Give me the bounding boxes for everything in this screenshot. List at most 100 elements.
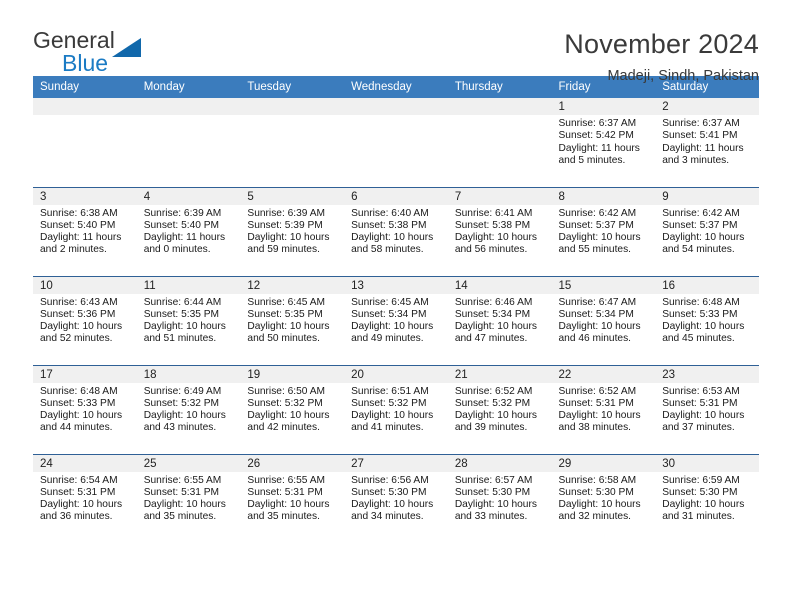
- day-number: 17: [33, 365, 137, 383]
- calendar-day-cell[interactable]: 15 Sunrise: 6:47 AM Sunset: 5:34 PM Dayligh…: [551, 275, 656, 365]
- sunrise-text: Sunrise: 6:55 AM: [143, 474, 222, 486]
- day-number: 6: [344, 187, 448, 205]
- daylight-text: Daylight: 10 hours and 52 minutes.: [40, 321, 123, 345]
- sunrise-text: Sunrise: 6:42 AM: [558, 207, 637, 219]
- weekday-header-tuesday: Tuesday: [240, 76, 345, 98]
- calendar-day-cell[interactable]: 12 Sunrise: 6:45 AM Sunset: 5:35 PM Dayligh…: [240, 275, 345, 365]
- sunrise-text: Sunrise: 6:48 AM: [662, 296, 740, 308]
- sunset-text: Sunset: 5:42 PM: [558, 130, 634, 142]
- calendar-day-cell[interactable]: 9 Sunrise: 6:42 AM Sunset: 5:37 PM Daylight…: [655, 186, 759, 276]
- sunset-text: Sunset: 5:32 PM: [351, 397, 427, 409]
- calendar-day-cell[interactable]: 4 Sunrise: 6:39 AM Sunset: 5:40 PM Daylight…: [136, 186, 241, 276]
- day-number: 24: [33, 454, 137, 472]
- sunset-text: Sunset: 5:37 PM: [558, 219, 634, 231]
- sunrise-text: Sunrise: 6:39 AM: [247, 207, 325, 219]
- daylight-text: Daylight: 10 hours and 38 minutes.: [558, 410, 641, 434]
- sunrise-text: Sunrise: 6:52 AM: [558, 385, 637, 397]
- calendar-day-cell[interactable]: 17 Sunrise: 6:48 AM Sunset: 5:33 PM Dayligh…: [33, 364, 137, 454]
- day-details: Sunrise: 6:41 AM Sunset: 5:38 PM Daylight:…: [448, 205, 552, 257]
- calendar-cell-empty: [240, 98, 345, 187]
- calendar-week-row: 17 Sunrise: 6:48 AM Sunset: 5:33 PM Dayligh…: [33, 364, 759, 454]
- sunset-text: Sunset: 5:31 PM: [247, 486, 323, 498]
- calendar-day-cell[interactable]: 16 Sunrise: 6:48 AM Sunset: 5:33 PM Dayligh…: [655, 275, 759, 365]
- generalblue-logo[interactable]: General Blue: [33, 29, 148, 77]
- calendar-day-cell[interactable]: 2 Sunrise: 6:37 AM Sunset: 5:41 PM Daylight…: [655, 98, 759, 187]
- sunrise-text: Sunrise: 6:49 AM: [143, 385, 222, 397]
- sunset-text: Sunset: 5:31 PM: [143, 486, 220, 498]
- daylight-text: Daylight: 10 hours and 49 minutes.: [351, 321, 434, 345]
- calendar-day-cell[interactable]: 28 Sunrise: 6:57 AM Sunset: 5:30 PM Dayligh…: [447, 453, 552, 543]
- sunset-text: Sunset: 5:40 PM: [40, 219, 116, 231]
- sunset-text: Sunset: 5:35 PM: [247, 308, 323, 320]
- daylight-text: Daylight: 10 hours and 33 minutes.: [454, 499, 537, 523]
- sunset-text: Sunset: 5:33 PM: [40, 397, 116, 409]
- daylight-text: Daylight: 10 hours and 55 minutes.: [558, 232, 641, 256]
- day-number: 30: [655, 454, 759, 472]
- day-details: Sunrise: 6:39 AM Sunset: 5:40 PM Daylight:…: [137, 205, 241, 257]
- calendar-day-cell[interactable]: 18 Sunrise: 6:49 AM Sunset: 5:32 PM Dayligh…: [136, 364, 241, 454]
- calendar-day-cell[interactable]: 29 Sunrise: 6:58 AM Sunset: 5:30 PM Dayligh…: [551, 453, 656, 543]
- calendar-day-cell[interactable]: 11 Sunrise: 6:44 AM Sunset: 5:35 PM Dayligh…: [136, 275, 241, 365]
- calendar-day-cell[interactable]: 24 Sunrise: 6:54 AM Sunset: 5:31 PM Dayligh…: [33, 453, 137, 543]
- calendar-day-cell[interactable]: 13 Sunrise: 6:45 AM Sunset: 5:34 PM Dayligh…: [344, 275, 448, 365]
- sunrise-text: Sunrise: 6:37 AM: [662, 118, 740, 129]
- sunrise-text: Sunrise: 6:37 AM: [558, 118, 637, 129]
- day-number: 22: [551, 365, 656, 383]
- day-number: 29: [551, 454, 656, 472]
- calendar-day-cell[interactable]: 25 Sunrise: 6:55 AM Sunset: 5:31 PM Dayligh…: [136, 453, 241, 543]
- daylight-text: Daylight: 10 hours and 34 minutes.: [351, 499, 434, 523]
- calendar-day-cell[interactable]: 26 Sunrise: 6:55 AM Sunset: 5:31 PM Dayligh…: [240, 453, 345, 543]
- calendar-cell-empty: [447, 98, 552, 187]
- sunset-text: Sunset: 5:32 PM: [143, 397, 220, 409]
- sunset-text: Sunset: 5:35 PM: [143, 308, 220, 320]
- calendar-day-cell[interactable]: 23 Sunrise: 6:53 AM Sunset: 5:31 PM Dayligh…: [655, 364, 759, 454]
- sunrise-text: Sunrise: 6:45 AM: [351, 296, 429, 308]
- day-number: 26: [240, 454, 345, 472]
- sunset-text: Sunset: 5:34 PM: [558, 308, 634, 320]
- calendar-cell-empty: [344, 98, 448, 187]
- calendar-day-cell[interactable]: 8 Sunrise: 6:42 AM Sunset: 5:37 PM Daylight…: [551, 186, 656, 276]
- calendar-day-cell[interactable]: 10 Sunrise: 6:43 AM Sunset: 5:36 PM Dayligh…: [33, 275, 137, 365]
- calendar-day-cell[interactable]: 30 Sunrise: 6:59 AM Sunset: 5:30 PM Dayligh…: [655, 453, 759, 543]
- sunset-text: Sunset: 5:31 PM: [558, 397, 634, 409]
- day-details: Sunrise: 6:52 AM Sunset: 5:32 PM Daylight:…: [448, 383, 552, 435]
- sunset-text: Sunset: 5:38 PM: [454, 219, 531, 231]
- calendar-day-cell[interactable]: 19 Sunrise: 6:50 AM Sunset: 5:32 PM Dayligh…: [240, 364, 345, 454]
- day-details: Sunrise: 6:51 AM Sunset: 5:32 PM Daylight:…: [344, 383, 448, 435]
- day-details: Sunrise: 6:55 AM Sunset: 5:31 PM Daylight:…: [137, 472, 241, 524]
- calendar-day-cell[interactable]: 5 Sunrise: 6:39 AM Sunset: 5:39 PM Daylight…: [240, 186, 345, 276]
- calendar-day-cell[interactable]: 21 Sunrise: 6:52 AM Sunset: 5:32 PM Dayligh…: [447, 364, 552, 454]
- calendar-day-cell[interactable]: 3 Sunrise: 6:38 AM Sunset: 5:40 PM Daylight…: [33, 186, 137, 276]
- calendar-day-cell[interactable]: 7 Sunrise: 6:41 AM Sunset: 5:38 PM Daylight…: [447, 186, 552, 276]
- calendar-day-cell[interactable]: 6 Sunrise: 6:40 AM Sunset: 5:38 PM Daylight…: [344, 186, 448, 276]
- day-details: Sunrise: 6:56 AM Sunset: 5:30 PM Daylight:…: [344, 472, 448, 524]
- daylight-text: Daylight: 10 hours and 41 minutes.: [351, 410, 434, 434]
- sunrise-text: Sunrise: 6:54 AM: [40, 474, 118, 486]
- day-details: Sunrise: 6:58 AM Sunset: 5:30 PM Daylight:…: [552, 472, 656, 524]
- day-number-strip: [447, 98, 552, 115]
- sunrise-text: Sunrise: 6:46 AM: [454, 296, 533, 308]
- sunset-text: Sunset: 5:40 PM: [143, 219, 220, 231]
- day-number: 18: [136, 365, 241, 383]
- day-number: 4: [136, 187, 241, 205]
- weekday-header-monday: Monday: [136, 76, 241, 98]
- day-details: Sunrise: 6:38 AM Sunset: 5:40 PM Daylight:…: [33, 205, 137, 257]
- daylight-text: Daylight: 10 hours and 43 minutes.: [143, 410, 226, 434]
- calendar-day-cell[interactable]: 22 Sunrise: 6:52 AM Sunset: 5:31 PM Dayligh…: [551, 364, 656, 454]
- calendar-day-cell[interactable]: 14 Sunrise: 6:46 AM Sunset: 5:34 PM Dayligh…: [447, 275, 552, 365]
- day-details: Sunrise: 6:52 AM Sunset: 5:31 PM Daylight:…: [552, 383, 656, 435]
- calendar-day-cell[interactable]: 27 Sunrise: 6:56 AM Sunset: 5:30 PM Dayligh…: [344, 453, 448, 543]
- day-number: 7: [447, 187, 552, 205]
- calendar-week-row: 24 Sunrise: 6:54 AM Sunset: 5:31 PM Dayligh…: [33, 453, 759, 543]
- calendar-day-cell[interactable]: 20 Sunrise: 6:51 AM Sunset: 5:32 PM Dayligh…: [344, 364, 448, 454]
- sunrise-text: Sunrise: 6:40 AM: [351, 207, 429, 219]
- calendar-day-cell[interactable]: 1 Sunrise: 6:37 AM Sunset: 5:42 PM Daylight…: [551, 98, 656, 187]
- day-number: 23: [655, 365, 759, 383]
- day-number: 15: [551, 276, 656, 294]
- sunset-text: Sunset: 5:31 PM: [40, 486, 116, 498]
- daylight-text: Daylight: 11 hours and 2 minutes.: [40, 232, 122, 256]
- sunset-text: Sunset: 5:34 PM: [351, 308, 427, 320]
- day-number: 20: [344, 365, 448, 383]
- day-number: 9: [655, 187, 759, 205]
- daylight-text: Daylight: 10 hours and 36 minutes.: [40, 499, 123, 523]
